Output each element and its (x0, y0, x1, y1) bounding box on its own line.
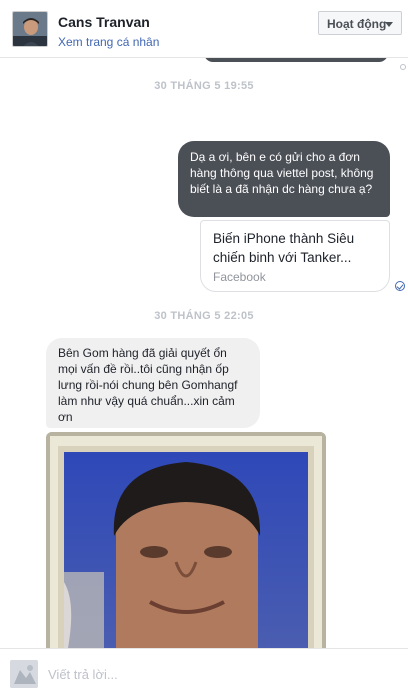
message-thread[interactable]: 30 THÁNG 5 19:55 Dạ a ơi, bên e có gửi c… (0, 58, 408, 648)
seen-indicator-icon (400, 64, 406, 70)
conversation-header: Cans Tranvan Xem trang cá nhân Hoạt động (0, 0, 408, 58)
link-preview-source: Facebook (213, 270, 266, 284)
link-preview-card[interactable]: Biến iPhone thành Siêu chiến binh với Ta… (200, 220, 390, 292)
avatar (10, 660, 38, 688)
shared-photo[interactable] (46, 432, 326, 648)
chevron-down-icon (385, 22, 393, 27)
contact-name[interactable]: Cans Tranvan (58, 14, 150, 30)
previous-message-bubble (204, 58, 388, 62)
view-profile-link[interactable]: Xem trang cá nhân (58, 35, 159, 49)
outgoing-message-bubble[interactable]: Dạ a ơi, bên e có gửi cho a đơn hàng thô… (178, 141, 390, 217)
incoming-message-bubble[interactable]: Bên Gom hàng đã giải quyết ổn mọi vấn đề… (46, 338, 260, 428)
timestamp: 30 THÁNG 5 19:55 (154, 80, 254, 92)
avatar[interactable] (12, 11, 48, 47)
reply-input[interactable] (48, 663, 388, 685)
link-preview-title: Biến iPhone thành Siêu chiến binh với Ta… (213, 231, 355, 265)
timestamp: 30 THÁNG 5 22:05 (154, 310, 254, 322)
status-button-label: Hoạt động (327, 17, 387, 31)
check-circle-icon (395, 281, 405, 291)
status-dropdown-button[interactable]: Hoạt động (318, 11, 402, 35)
reply-composer (0, 648, 408, 698)
